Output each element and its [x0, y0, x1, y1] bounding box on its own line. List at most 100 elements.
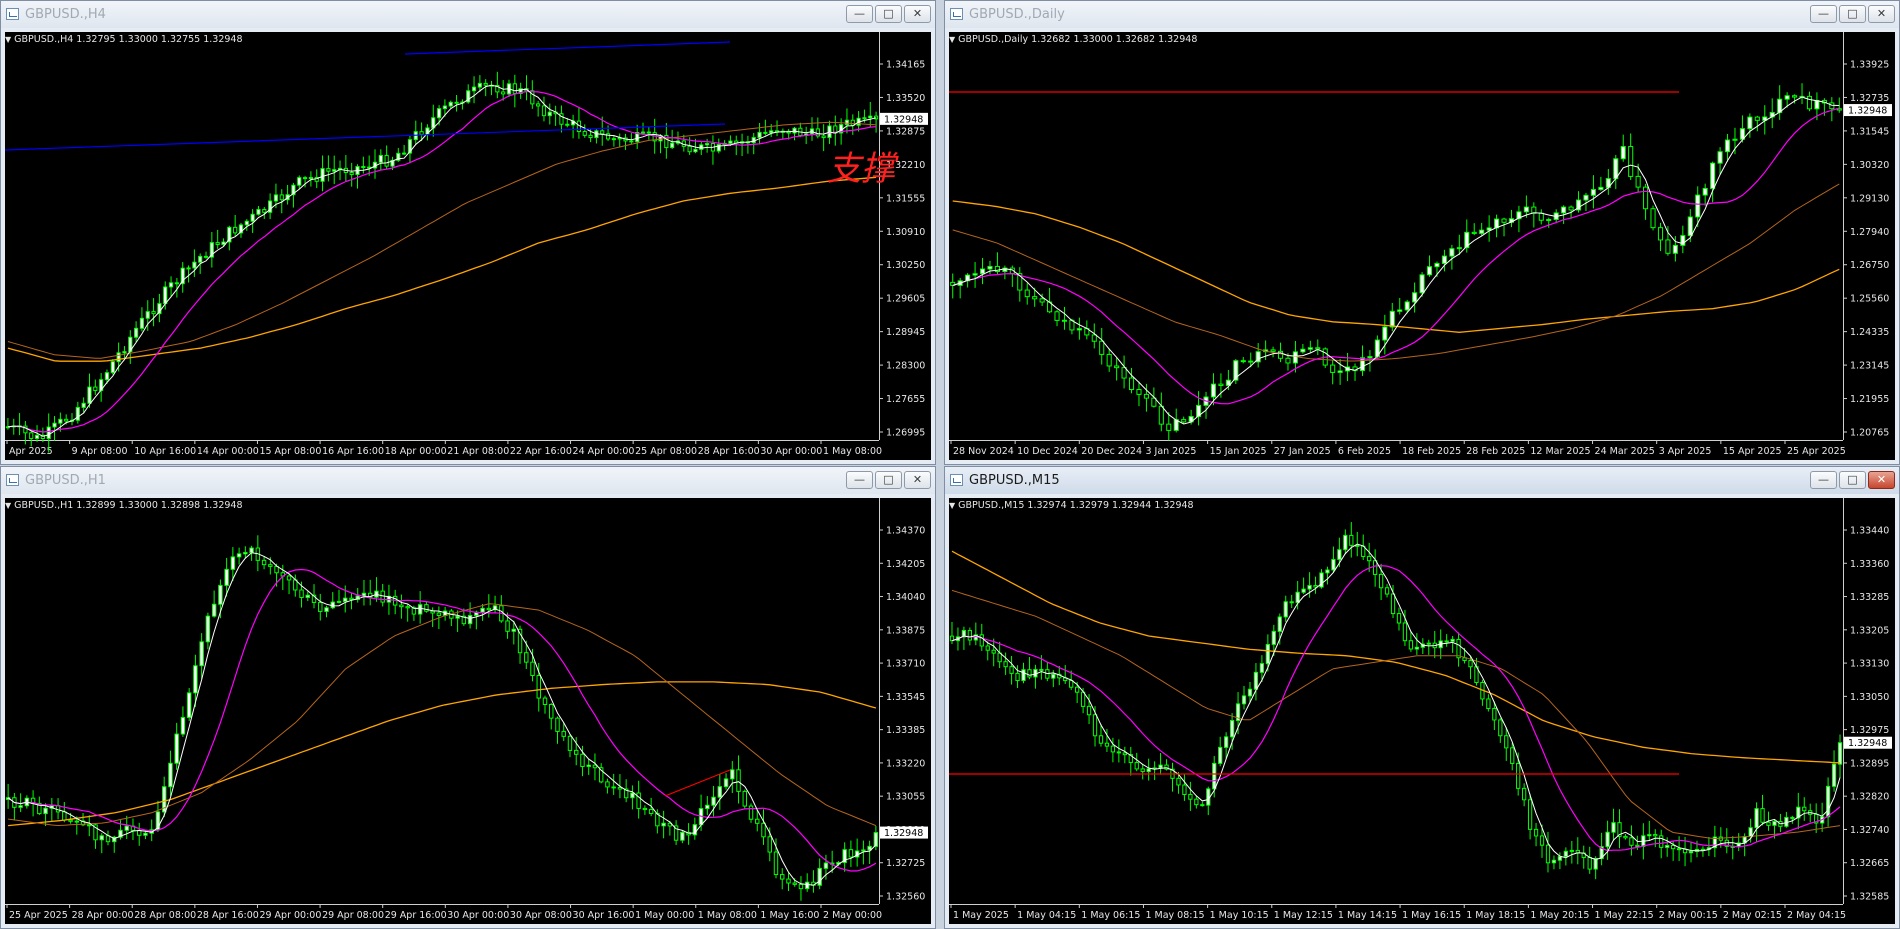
candle-body [1390, 593, 1396, 615]
candle-body [1434, 262, 1440, 268]
chart-window-h1: GBPUSD.,H1 — □ ✕ ▼ GBPUSD.,H1 1.32899 1.3… [0, 466, 936, 929]
candle-body [1143, 393, 1149, 399]
candle-body [268, 564, 273, 567]
close-button[interactable]: ✕ [1868, 471, 1895, 489]
candle-body [1116, 751, 1121, 754]
time-label: 25 Apr 2025 [9, 910, 68, 921]
price-label: 1.25560 [1850, 294, 1889, 305]
candle-body [87, 824, 92, 827]
candle-body [1702, 187, 1708, 196]
candle-body [1598, 186, 1604, 191]
candle-body [320, 168, 325, 182]
candle-body [436, 108, 442, 119]
candle-body [1104, 742, 1110, 747]
candle-body [1628, 146, 1634, 177]
time-label: 28 Apr 16:00 [698, 446, 760, 457]
time-label: 1 May 08:00 [823, 446, 882, 457]
minimize-button[interactable]: — [1810, 471, 1837, 489]
title-bar[interactable]: GBPUSD.,H4 — □ ✕ [1, 1, 935, 28]
candle-body [1538, 212, 1544, 221]
candle-body [991, 649, 996, 654]
minimize-button[interactable]: — [846, 5, 873, 23]
price-label: 1.30250 [886, 260, 925, 271]
title-bar[interactable]: GBPUSD.,H1 — □ ✕ [1, 467, 935, 494]
maximize-button[interactable]: □ [1839, 471, 1866, 489]
chart-window-icon [6, 8, 19, 20]
time-label: 3 Apr 2025 [1659, 446, 1712, 457]
candle-body [1806, 95, 1813, 110]
candle-body [1837, 742, 1843, 765]
chart-canvas: 1.33925 1.32735 1.31545 1.30320 1.29130 1.279… [949, 32, 1892, 457]
candle-body [116, 352, 121, 363]
candle-body [75, 406, 80, 421]
close-button[interactable]: ✕ [1868, 5, 1895, 23]
time-label: 30 Apr 16:00 [573, 910, 635, 921]
candle-body [541, 105, 547, 117]
candle-body [1218, 383, 1224, 386]
candle-body [192, 261, 197, 269]
candle-body [186, 692, 192, 718]
candle-body [1695, 194, 1701, 218]
price-label: 1.33520 [886, 93, 925, 104]
candle-body [549, 703, 554, 719]
candle-body [1253, 671, 1259, 690]
price-chart[interactable]: ▼ GBPUSD.,Daily 1.32682 1.33000 1.32682 1… [949, 32, 1895, 460]
maximize-button[interactable]: □ [1839, 5, 1866, 23]
candle-body [1653, 834, 1658, 837]
price-label: 1.26750 [1850, 260, 1889, 271]
candle-body [1128, 377, 1135, 391]
candle-body [405, 606, 410, 609]
candle-body [1623, 835, 1628, 839]
price-label: 1.33050 [1850, 692, 1889, 703]
candle-body [205, 615, 211, 643]
candle-body [104, 372, 110, 381]
price-chart[interactable]: ▼ GBPUSD.,H1 1.32899 1.33000 1.32898 1.32… [5, 498, 931, 924]
candle-body [817, 867, 822, 886]
candle-body [792, 127, 797, 134]
time-label: 29 Apr 16:00 [385, 910, 447, 921]
candle-body [1289, 601, 1294, 604]
candle-body [574, 749, 579, 755]
candle-body [1166, 423, 1172, 431]
price-label: 1.27655 [886, 394, 925, 405]
window-title: GBPUSD.,Daily [969, 7, 1065, 22]
price-label: 1.27940 [1850, 227, 1889, 238]
title-bar[interactable]: GBPUSD.,M15 — □ ✕ [945, 467, 1899, 494]
candle-body [699, 144, 704, 150]
maximize-button[interactable]: □ [875, 471, 902, 489]
candle-body [736, 769, 741, 792]
candle-body [542, 697, 548, 705]
candle-body [1061, 319, 1068, 322]
time-label: 1 May 08:15 [1145, 910, 1204, 921]
price-label: 1.33440 [1850, 526, 1889, 537]
minimize-button[interactable]: — [846, 471, 873, 489]
candle-body [1717, 151, 1723, 164]
candle-body [1194, 798, 1199, 806]
close-button[interactable]: ✕ [904, 5, 931, 23]
candle-body [1367, 555, 1372, 562]
candle-body [730, 769, 735, 780]
candle-body [1527, 799, 1533, 830]
candle-body [617, 787, 623, 790]
time-label: 25 Apr 2025 [1787, 446, 1846, 457]
minimize-button[interactable]: — [1810, 5, 1837, 23]
candle-body [705, 804, 710, 810]
candle-body [1539, 835, 1545, 846]
close-button[interactable]: ✕ [904, 471, 931, 489]
candle-body [1270, 349, 1276, 352]
candle-body [555, 717, 560, 732]
candle-body [1121, 367, 1127, 379]
candle-body [1182, 784, 1187, 795]
candle-body [742, 790, 747, 807]
candle-body [1772, 821, 1777, 826]
candle-body [661, 822, 666, 827]
price-chart[interactable]: ▼ GBPUSD.,H4 1.32795 1.33000 1.32755 1.32… [5, 32, 931, 460]
candle-body [1301, 588, 1306, 593]
candle-body [199, 641, 204, 667]
candle-body [524, 652, 529, 663]
title-bar[interactable]: GBPUSD.,Daily — □ ✕ [945, 1, 1899, 28]
maximize-button[interactable]: □ [875, 5, 902, 23]
price-label: 1.33360 [1850, 559, 1889, 570]
price-chart[interactable]: ▼ GBPUSD.,M15 1.32974 1.32979 1.32944 1.3… [949, 498, 1895, 924]
time-label: 25 Apr 08:00 [635, 446, 697, 457]
